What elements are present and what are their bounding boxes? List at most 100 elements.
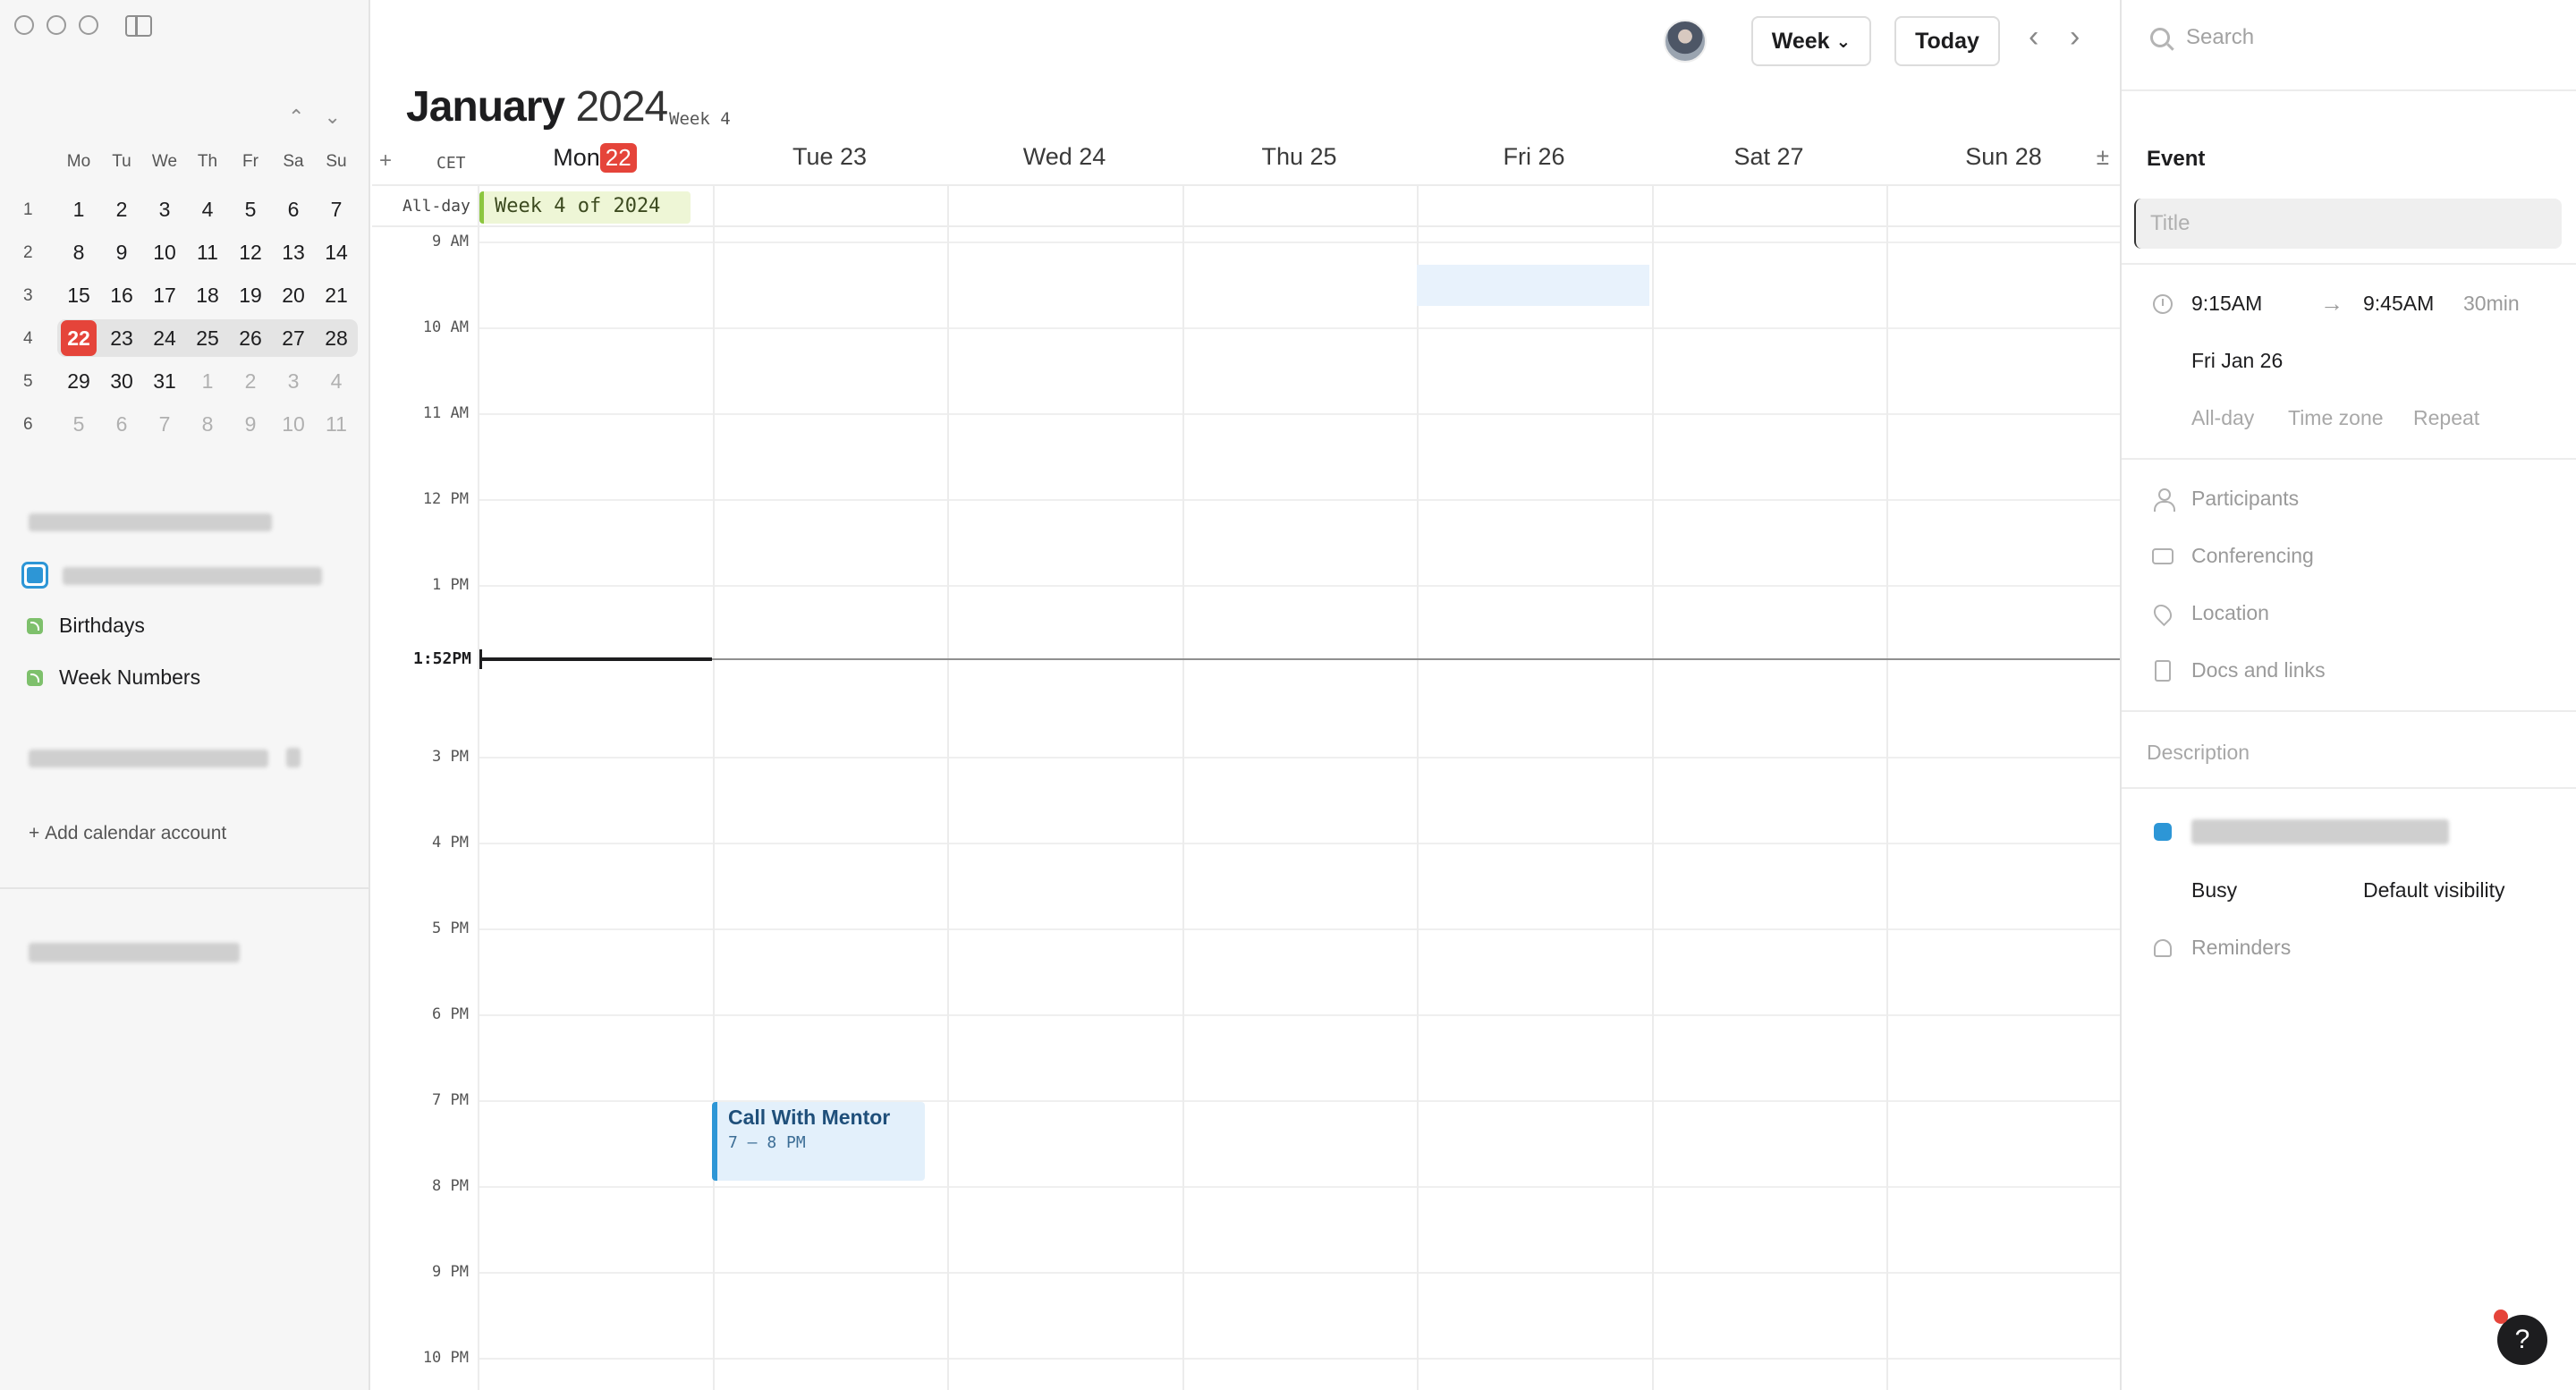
avatar[interactable] [1664, 20, 1707, 63]
busy-selector[interactable]: Busy [2191, 878, 2237, 903]
day-header-mon[interactable]: Mon22 [478, 143, 712, 173]
redacted-account-name [29, 750, 268, 767]
current-time-line-today [481, 657, 712, 661]
mini-calendar-day[interactable]: 14 [315, 234, 358, 270]
mini-calendar-day[interactable]: 2 [229, 363, 272, 399]
mini-calendar-day[interactable]: 26 [229, 320, 272, 356]
weekday-label: Mo [57, 152, 100, 172]
conferencing-row[interactable]: Conferencing [2150, 544, 2314, 568]
close-window-button[interactable] [14, 15, 34, 35]
mini-calendar-day[interactable]: 1 [186, 363, 229, 399]
chevron-down-icon[interactable]: ⌄ [324, 106, 340, 129]
mini-calendar-day[interactable]: 5 [57, 406, 100, 442]
day-header-sat[interactable]: Sat 27 [1652, 143, 1886, 171]
location-row[interactable]: Location [2150, 601, 2269, 625]
plus-icon: + [29, 823, 45, 843]
mini-calendar-day[interactable]: 15 [57, 277, 100, 313]
mini-calendar-day[interactable]: 22 [61, 320, 97, 356]
event-call-with-mentor[interactable]: Call With Mentor 7 – 8 PM [712, 1102, 925, 1181]
mini-calendar-day[interactable]: 13 [272, 234, 315, 270]
chevron-right-icon[interactable]: › [2070, 20, 2080, 55]
event-title-input[interactable] [2134, 199, 2562, 249]
week-number: 1 [23, 200, 59, 220]
end-time[interactable]: 9:45AM [2363, 292, 2434, 316]
day-header-sun[interactable]: Sun 28 [1886, 143, 2120, 171]
mini-calendar-day[interactable]: 9 [229, 406, 272, 442]
calendar-item-week-numbers[interactable]: Week Numbers [27, 665, 200, 690]
mini-calendar-day[interactable]: 17 [143, 277, 186, 313]
hour-label: 10 PM [372, 1349, 469, 1367]
repeat-option[interactable]: Repeat [2413, 406, 2479, 430]
day-header-wed[interactable]: Wed 24 [947, 143, 1182, 171]
day-header-thu[interactable]: Thu 25 [1182, 143, 1417, 171]
mini-calendar-day[interactable]: 3 [143, 191, 186, 227]
mini-calendar-day[interactable]: 8 [57, 234, 100, 270]
description-field[interactable]: Description [2147, 741, 2250, 765]
mini-calendar-day[interactable]: 9 [100, 234, 143, 270]
mini-calendar-day[interactable]: 11 [186, 234, 229, 270]
mini-calendar-day[interactable]: 3 [272, 363, 315, 399]
redacted-calendar-select[interactable] [2191, 819, 2449, 844]
chevron-up-icon[interactable]: ⌃ [288, 106, 304, 129]
mini-calendar-day[interactable]: 8 [186, 406, 229, 442]
docs-row[interactable]: Docs and links [2150, 658, 2326, 682]
calendar-checkbox[interactable] [21, 562, 48, 589]
mini-calendar-day[interactable]: 7 [143, 406, 186, 442]
today-button[interactable]: Today [1894, 16, 2000, 66]
mini-calendar-day[interactable]: 27 [272, 320, 315, 356]
new-event-selection[interactable] [1417, 265, 1649, 306]
calendar-item-birthdays[interactable]: Birthdays [27, 614, 145, 638]
add-calendar-account-link[interactable]: + Add calendar account [29, 823, 226, 844]
mini-calendar-day[interactable]: 5 [229, 191, 272, 227]
all-day-event[interactable]: Week 4 of 2024 [479, 191, 691, 224]
mini-calendar-day[interactable]: 4 [186, 191, 229, 227]
mini-calendar-day[interactable]: 24 [143, 320, 186, 356]
search-bar[interactable]: Search [2150, 25, 2254, 50]
reminders-row[interactable]: Reminders [2150, 936, 2291, 960]
mini-calendar-day[interactable]: 25 [186, 320, 229, 356]
mini-calendar-day[interactable]: 6 [100, 406, 143, 442]
event-date[interactable]: Fri Jan 26 [2191, 349, 2283, 373]
mini-calendar-day[interactable]: 21 [315, 277, 358, 313]
expand-collapse-icon[interactable]: ± [2097, 143, 2109, 171]
mini-calendar-day[interactable]: 28 [315, 320, 358, 356]
weekday-label: We [143, 152, 186, 172]
mini-calendar-day[interactable]: 4 [315, 363, 358, 399]
mini-calendar-day[interactable]: 10 [143, 234, 186, 270]
day-number: 24 [1079, 143, 1106, 170]
mini-calendar-day[interactable]: 23 [100, 320, 143, 356]
sidebar-toggle-icon[interactable] [125, 15, 152, 37]
redacted-badge [286, 748, 301, 767]
add-timezone-icon[interactable]: + [379, 148, 392, 174]
mini-calendar-day[interactable]: 30 [100, 363, 143, 399]
zoom-window-button[interactable] [79, 15, 98, 35]
mini-calendar-day[interactable]: 16 [100, 277, 143, 313]
all-day-option[interactable]: All-day [2191, 406, 2254, 430]
mini-calendar-day[interactable]: 10 [272, 406, 315, 442]
window-controls [14, 15, 98, 35]
day-name: Sun [1965, 143, 2008, 170]
mini-calendar-day[interactable]: 7 [315, 191, 358, 227]
panel-divider [2122, 89, 2576, 91]
mini-calendar-day[interactable]: 1 [57, 191, 100, 227]
chevron-left-icon[interactable]: ‹ [2029, 20, 2038, 55]
mini-calendar-day[interactable]: 2 [100, 191, 143, 227]
day-header-fri[interactable]: Fri 26 [1417, 143, 1651, 171]
time-zone-option[interactable]: Time zone [2288, 406, 2384, 430]
mini-calendar-day[interactable]: 12 [229, 234, 272, 270]
feed-icon [27, 670, 43, 686]
mini-calendar-day[interactable]: 19 [229, 277, 272, 313]
mini-calendar-day[interactable]: 31 [143, 363, 186, 399]
mini-calendar-day[interactable]: 11 [315, 406, 358, 442]
participants-row[interactable]: Participants [2150, 487, 2299, 511]
day-header-tue[interactable]: Tue 23 [713, 143, 947, 171]
mini-calendar-day[interactable]: 29 [57, 363, 100, 399]
mini-calendar-day[interactable]: 6 [272, 191, 315, 227]
minimize-window-button[interactable] [47, 15, 66, 35]
redacted-calendar-name [63, 567, 322, 585]
mini-calendar-day[interactable]: 18 [186, 277, 229, 313]
view-selector-button[interactable]: Week ⌄ [1751, 16, 1871, 66]
mini-calendar-day[interactable]: 20 [272, 277, 315, 313]
visibility-selector[interactable]: Default visibility [2363, 878, 2505, 903]
start-time[interactable]: 9:15AM [2191, 292, 2262, 316]
